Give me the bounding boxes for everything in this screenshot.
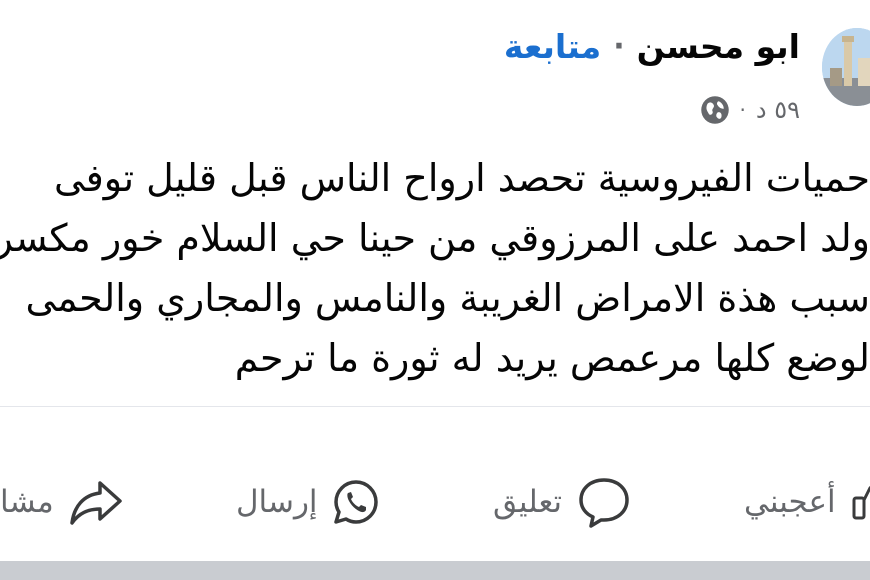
post-header: ابو محسن · متابعة ٥٩ د · xyxy=(0,0,870,140)
name-separator: · xyxy=(613,28,625,64)
send-button[interactable]: إرسال xyxy=(236,472,380,532)
feed-separator xyxy=(0,561,870,580)
avatar-image xyxy=(822,28,870,106)
post-text-line: سبب هذة الامراض الغريبة والنامس والمجاري… xyxy=(25,276,870,320)
post-text-line: ولد احمد على المرزوقي من حينا حي السلام … xyxy=(0,216,870,260)
actions-divider xyxy=(0,406,870,407)
send-label: إرسال xyxy=(236,484,318,520)
post-text-line: لوضع كلها مرعمص يريد له ثورة ما ترحم xyxy=(234,336,870,380)
comment-button[interactable]: تعليق xyxy=(493,472,632,532)
share-label: مشا xyxy=(0,484,54,520)
post-text: حميات الفيروسية تحصد ارواح الناس قبل قلي… xyxy=(0,148,870,388)
meta-separator: · xyxy=(739,98,746,122)
like-button[interactable]: أعجبني xyxy=(744,472,870,532)
follow-button[interactable]: متابعة xyxy=(504,27,601,66)
like-icon xyxy=(852,485,870,520)
author-name[interactable]: ابو محسن xyxy=(637,27,800,66)
comment-icon xyxy=(579,478,629,528)
globe-icon[interactable] xyxy=(700,95,730,125)
share-icon xyxy=(69,481,122,525)
comment-label: تعليق xyxy=(493,484,563,520)
author-name-row: ابو محسن · متابعة xyxy=(504,18,800,74)
post-meta: ٥٩ د · xyxy=(700,90,800,130)
like-label: أعجبني xyxy=(744,484,836,520)
whatsapp-icon xyxy=(333,480,378,524)
author-avatar[interactable] xyxy=(822,28,870,106)
post-time[interactable]: ٥٩ د xyxy=(756,96,800,124)
post-text-line: حميات الفيروسية تحصد ارواح الناس قبل قلي… xyxy=(53,156,870,200)
share-button[interactable]: مشا xyxy=(0,472,124,532)
